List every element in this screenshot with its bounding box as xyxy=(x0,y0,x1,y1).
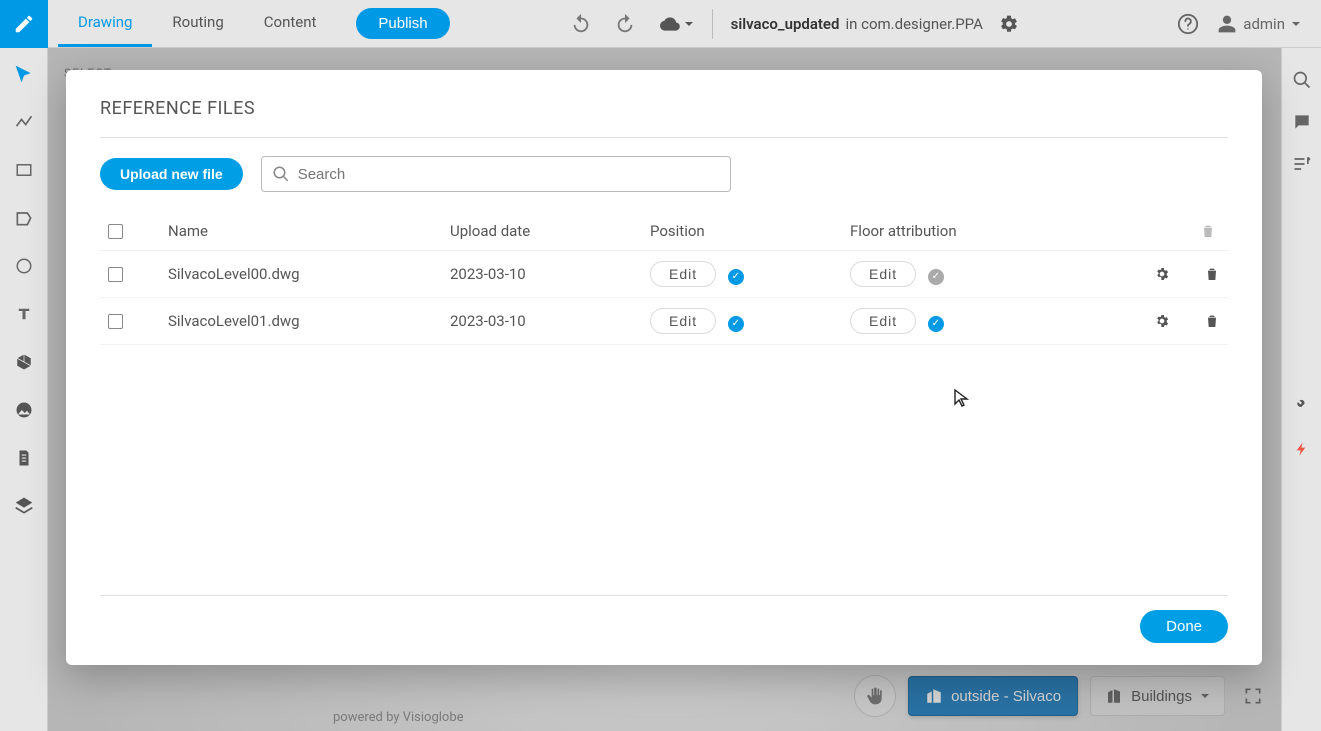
tab-content[interactable]: Content xyxy=(244,0,337,47)
modal-toolbar: Upload new file xyxy=(100,156,1228,192)
list-icon[interactable] xyxy=(1292,154,1312,174)
user-menu[interactable]: admin xyxy=(1217,14,1301,34)
layers-icon[interactable] xyxy=(12,494,36,518)
tools-icon[interactable] xyxy=(1292,397,1312,417)
left-toolrail xyxy=(0,48,48,731)
check-badge: ✓ xyxy=(728,269,744,285)
gear-icon[interactable] xyxy=(999,14,1019,34)
search-field[interactable] xyxy=(261,156,731,192)
done-button[interactable]: Done xyxy=(1140,610,1228,643)
right-toolrail xyxy=(1281,48,1321,731)
chat-icon[interactable] xyxy=(1292,112,1312,132)
history-controls xyxy=(570,13,694,35)
rectangle-icon[interactable] xyxy=(12,158,36,182)
redo-icon[interactable] xyxy=(614,13,636,35)
bolt-icon[interactable] xyxy=(1294,439,1310,459)
trash-icon[interactable] xyxy=(1204,266,1220,282)
divider xyxy=(100,137,1228,138)
col-floor: Floor attribution xyxy=(850,222,1100,240)
user-name: admin xyxy=(1243,15,1285,33)
line-icon[interactable] xyxy=(12,110,36,134)
check-badge: ✓ xyxy=(728,316,744,332)
topbar-right: admin xyxy=(1177,13,1301,35)
upload-new-file-button[interactable]: Upload new file xyxy=(100,158,243,190)
polygon-icon[interactable] xyxy=(12,206,36,230)
help-icon[interactable] xyxy=(1177,13,1199,35)
gear-icon[interactable] xyxy=(1154,313,1170,329)
row-checkbox[interactable] xyxy=(108,314,123,329)
modal-title: REFERENCE FILES xyxy=(100,98,1228,119)
table-row: SilvacoLevel00.dwg 2023-03-10 Edit ✓ Edi… xyxy=(100,251,1228,298)
table-header: Name Upload date Position Floor attribut… xyxy=(100,212,1228,251)
files-table: Name Upload date Position Floor attribut… xyxy=(100,212,1228,345)
edit-position-button[interactable]: Edit xyxy=(650,261,716,287)
row-checkbox[interactable] xyxy=(108,267,123,282)
table-row: SilvacoLevel01.dwg 2023-03-10 Edit ✓ Edi… xyxy=(100,298,1228,345)
person-icon xyxy=(1217,14,1237,34)
pencil-icon xyxy=(13,13,35,35)
app-logo[interactable] xyxy=(0,0,48,48)
file-date: 2023-03-10 xyxy=(450,265,650,283)
col-name: Name xyxy=(168,222,450,240)
image-icon[interactable] xyxy=(12,398,36,422)
trash-icon[interactable] xyxy=(1204,313,1220,329)
search-icon xyxy=(272,165,290,183)
project-breadcrumb[interactable]: silvaco_updated in com.designer.PPA xyxy=(731,14,1019,34)
main-tabs: Drawing Routing Content xyxy=(58,0,336,47)
chevron-down-icon xyxy=(684,19,694,29)
cursor-icon[interactable] xyxy=(12,62,36,86)
search-icon[interactable] xyxy=(1292,70,1312,90)
edit-floor-button[interactable]: Edit xyxy=(850,308,916,334)
text-icon[interactable] xyxy=(12,302,36,326)
topbar: Drawing Routing Content Publish silvaco_… xyxy=(0,0,1321,48)
file-name: SilvacoLevel01.dwg xyxy=(168,312,450,330)
edit-position-button[interactable]: Edit xyxy=(650,308,716,334)
gear-icon[interactable] xyxy=(1154,266,1170,282)
col-position: Position xyxy=(650,222,850,240)
publish-button[interactable]: Publish xyxy=(356,8,449,39)
chevron-down-icon xyxy=(1291,19,1301,29)
select-all-checkbox[interactable] xyxy=(108,224,123,239)
divider xyxy=(712,9,713,39)
trash-icon xyxy=(1200,223,1220,239)
reference-files-modal: REFERENCE FILES Upload new file Name Upl… xyxy=(66,70,1262,665)
cube-icon[interactable] xyxy=(12,350,36,374)
divider xyxy=(100,595,1228,596)
document-icon[interactable] xyxy=(12,446,36,470)
circle-icon[interactable] xyxy=(12,254,36,278)
col-upload-date: Upload date xyxy=(450,222,650,240)
project-context: in com.designer.PPA xyxy=(845,15,982,33)
file-date: 2023-03-10 xyxy=(450,312,650,330)
edit-floor-button[interactable]: Edit xyxy=(850,261,916,287)
tab-drawing[interactable]: Drawing xyxy=(58,0,152,47)
cloud-sync-icon[interactable] xyxy=(658,14,694,34)
undo-icon[interactable] xyxy=(570,13,592,35)
search-input[interactable] xyxy=(298,166,720,183)
check-badge: ✓ xyxy=(928,269,944,285)
file-name: SilvacoLevel00.dwg xyxy=(168,265,450,283)
check-badge: ✓ xyxy=(928,316,944,332)
tab-routing[interactable]: Routing xyxy=(152,0,243,47)
project-name: silvaco_updated xyxy=(731,15,840,33)
